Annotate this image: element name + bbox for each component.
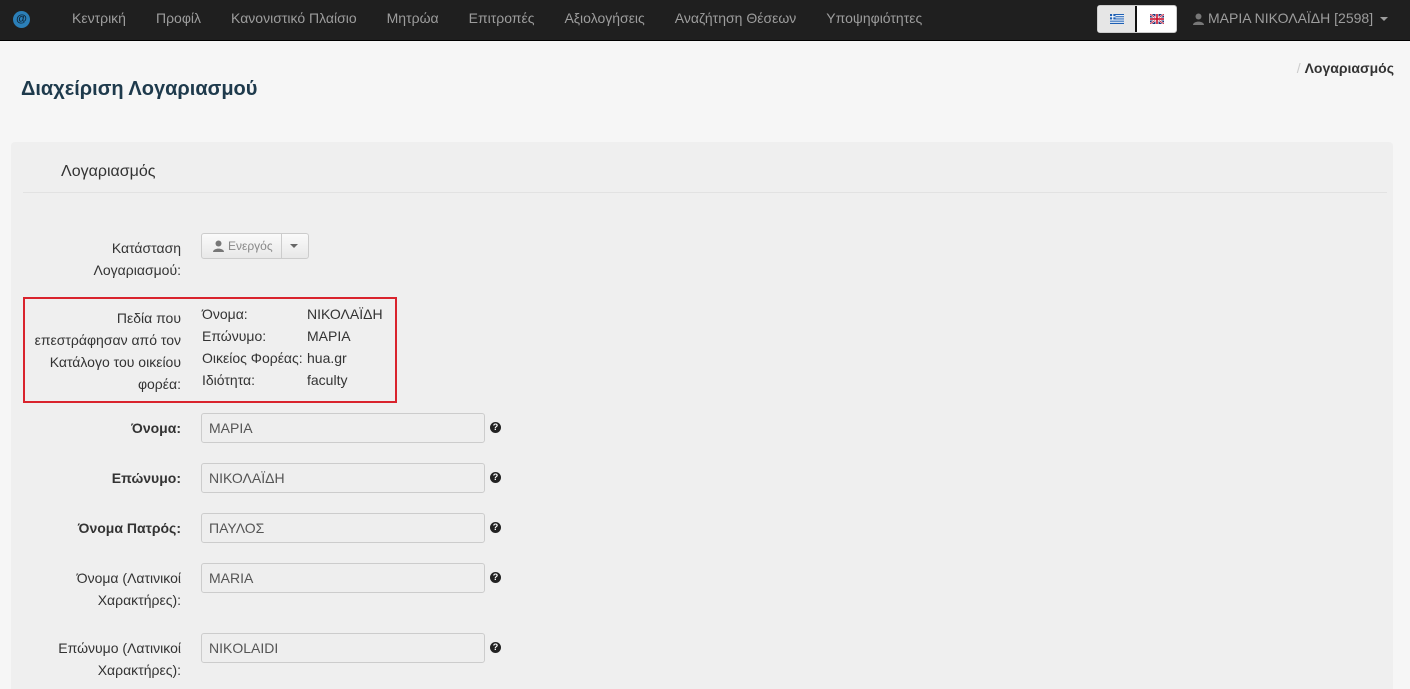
father-name-label: Όνομα Πατρός: bbox=[77, 520, 181, 536]
first-name-input[interactable] bbox=[201, 413, 485, 443]
first-name-label: Όνομα: bbox=[131, 420, 181, 436]
user-icon bbox=[213, 240, 224, 252]
last-name-label: Επώνυμο: bbox=[111, 470, 181, 486]
main-nav: Κεντρική Προφίλ Κανονιστικό Πλαίσιο Μητρ… bbox=[57, 0, 937, 40]
language-switcher bbox=[1097, 5, 1177, 33]
account-status-label-line2: Λογαριασμού: bbox=[93, 262, 181, 278]
user-menu-dropdown[interactable]: ΜΑΡΙΑ ΝΙΚΟΛΑΪΔΗ [2598] bbox=[1193, 0, 1389, 37]
question-circle-icon[interactable]: ? bbox=[490, 422, 501, 433]
account-status-label-line1: Κατάσταση bbox=[111, 240, 181, 256]
directory-key-role: Ιδιότητα: bbox=[202, 372, 256, 388]
directory-value-role: faculty bbox=[307, 372, 348, 388]
account-status-dropdown[interactable]: Ενεργός bbox=[201, 233, 309, 259]
last-name-latin-label-line2: Χαρακτήρες): bbox=[97, 662, 181, 678]
greek-flag-icon bbox=[1109, 14, 1124, 24]
first-name-latin-label: Όνομα (Λατινικοί Χαρακτήρες): bbox=[11, 567, 181, 611]
uk-flag-icon bbox=[1149, 14, 1164, 24]
last-name-latin-label: Επώνυμο (Λατινικοί Χαρακτήρες): bbox=[11, 637, 181, 681]
page-title: Διαχείριση Λογαριασμού bbox=[21, 78, 258, 100]
breadcrumb: / Λογαριασμός bbox=[1297, 60, 1394, 76]
last-name-latin-input[interactable] bbox=[201, 633, 485, 663]
first-name-latin-input[interactable] bbox=[201, 563, 485, 593]
first-name-latin-label-line2: Χαρακτήρες): bbox=[97, 592, 181, 608]
directory-value-first-name: ΝΙΚΟΛΑΪΔΗ bbox=[307, 306, 383, 322]
directory-label-line: φορέα: bbox=[137, 376, 181, 392]
question-circle-icon[interactable]: ? bbox=[490, 572, 501, 583]
account-status-toggle[interactable] bbox=[282, 234, 306, 258]
user-icon bbox=[1193, 13, 1204, 25]
directory-label-line: επεστράφησαν από τον bbox=[34, 332, 181, 348]
chevron-down-icon bbox=[289, 244, 298, 248]
brand-logo-icon[interactable]: @ bbox=[13, 11, 30, 28]
account-status-value: Ενεργός bbox=[228, 239, 273, 253]
lang-english-button[interactable] bbox=[1137, 6, 1176, 32]
question-circle-icon[interactable]: ? bbox=[490, 522, 501, 533]
directory-key-institution: Οικείος Φορέας: bbox=[202, 350, 303, 366]
nav-item-committees[interactable]: Επιτροπές bbox=[454, 0, 550, 40]
panel-title: Λογαριασμός bbox=[61, 163, 156, 180]
nav-item-profile[interactable]: Προφίλ bbox=[141, 0, 216, 40]
breadcrumb-active-item: Λογαριασμός bbox=[1304, 60, 1394, 76]
directory-key-first-name: Όνομα: bbox=[202, 306, 248, 322]
user-name-label: ΜΑΡΙΑ ΝΙΚΟΛΑΪΔΗ [2598] bbox=[1208, 10, 1374, 26]
question-circle-icon[interactable]: ? bbox=[490, 472, 501, 483]
directory-label-line: Κατάλογο του οικείου bbox=[49, 354, 181, 370]
nav-item-evaluations[interactable]: Αξιολογήσεις bbox=[549, 0, 659, 40]
last-name-input[interactable] bbox=[201, 463, 485, 493]
directory-value-institution: hua.gr bbox=[307, 350, 347, 366]
nav-item-candidacies[interactable]: Υποψηφιότητες bbox=[811, 0, 937, 40]
panel-divider bbox=[23, 192, 1387, 193]
nav-item-regulations[interactable]: Κανονιστικό Πλαίσιο bbox=[216, 0, 372, 40]
account-status-button[interactable]: Ενεργός bbox=[202, 234, 282, 258]
nav-item-position-search[interactable]: Αναζήτηση Θέσεων bbox=[660, 0, 811, 40]
directory-fields-label: Πεδία που επεστράφησαν από τον Κατάλογο … bbox=[11, 307, 181, 395]
directory-value-last-name: ΜΑΡΙΑ bbox=[307, 328, 351, 344]
breadcrumb-separator: / bbox=[1296, 60, 1301, 76]
lang-greek-button[interactable] bbox=[1098, 6, 1137, 32]
father-name-input[interactable] bbox=[201, 513, 485, 543]
chevron-down-icon bbox=[1380, 16, 1389, 21]
account-status-label: Κατάσταση Λογαριασμού: bbox=[11, 237, 181, 281]
first-name-latin-label-line1: Όνομα (Λατινικοί bbox=[76, 570, 181, 586]
top-navbar: @ Κεντρική Προφίλ Κανονιστικό Πλαίσιο Μη… bbox=[0, 0, 1410, 41]
last-name-latin-label-line1: Επώνυμο (Λατινικοί bbox=[58, 640, 181, 656]
directory-label-line: Πεδία που bbox=[116, 310, 181, 326]
question-circle-icon[interactable]: ? bbox=[490, 642, 501, 653]
account-panel: Λογαριασμός Κατάσταση Λογαριασμού: Ενεργ… bbox=[11, 142, 1393, 689]
nav-item-registries[interactable]: Μητρώα bbox=[372, 0, 454, 40]
nav-item-home[interactable]: Κεντρική bbox=[57, 0, 141, 40]
directory-key-last-name: Επώνυμο: bbox=[202, 328, 267, 344]
